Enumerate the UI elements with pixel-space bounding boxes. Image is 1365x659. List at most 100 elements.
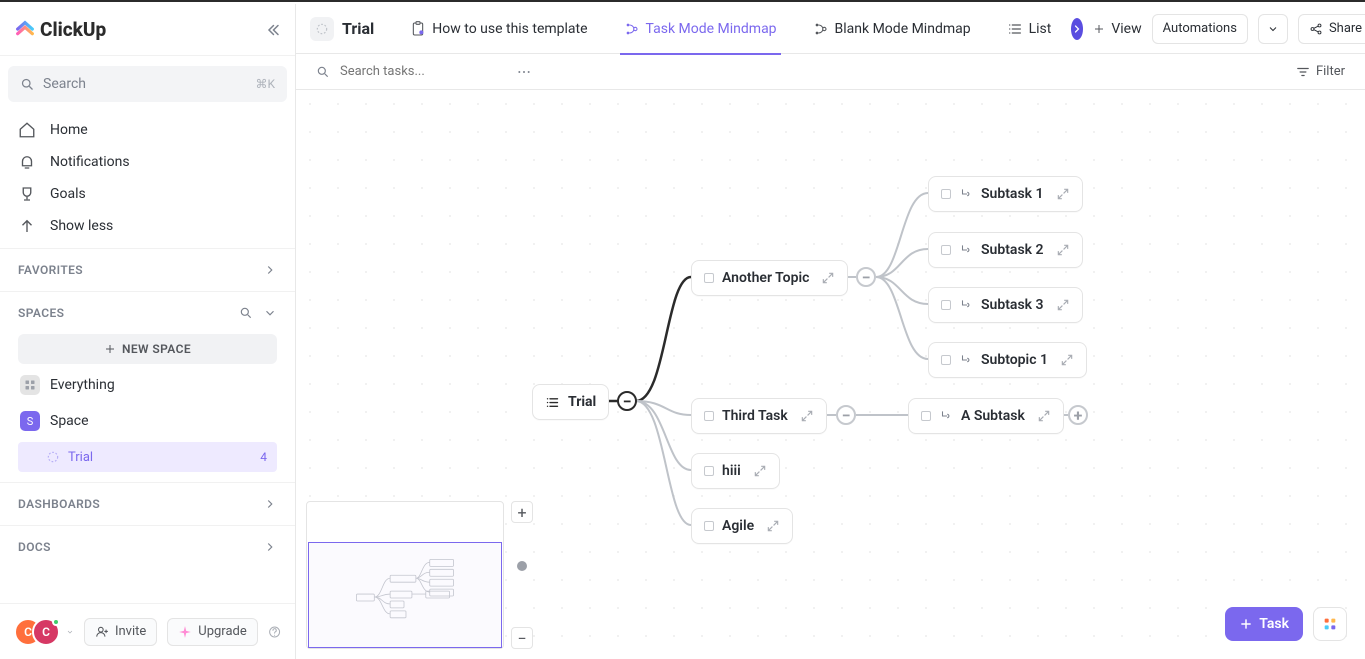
- minimap[interactable]: [306, 501, 504, 649]
- tab-task-mode-mindmap[interactable]: Task Mode Mindmap: [610, 4, 791, 54]
- nav-notifications[interactable]: Notifications: [8, 146, 287, 178]
- filter-button[interactable]: Filter: [1296, 64, 1345, 79]
- add-view-label: View: [1111, 21, 1141, 37]
- list-icon: [545, 395, 560, 410]
- zoom-in-button[interactable]: +: [511, 501, 533, 523]
- expand-icon[interactable]: [1056, 187, 1070, 201]
- sparkle-icon: [178, 625, 192, 639]
- user-avatars[interactable]: C C: [14, 618, 60, 646]
- mindmap-canvas[interactable]: Trial − Another Topic − Third Task − hii…: [296, 90, 1365, 659]
- mindmap-root-node[interactable]: Trial: [532, 384, 609, 420]
- app-logo[interactable]: ClickUp: [14, 18, 106, 41]
- chevron-right-icon[interactable]: [263, 497, 277, 511]
- chevron-down-icon[interactable]: [66, 626, 74, 638]
- nav-label: Goals: [50, 186, 86, 202]
- node-label: Third Task: [722, 408, 788, 424]
- add-child-button[interactable]: +: [1068, 405, 1088, 425]
- tab-list[interactable]: List: [993, 4, 1066, 54]
- upgrade-label: Upgrade: [198, 624, 246, 639]
- zoom-out-button[interactable]: −: [511, 627, 533, 649]
- minimap-viewport[interactable]: [308, 542, 502, 648]
- everything-row[interactable]: Everything: [18, 370, 277, 400]
- expand-icon[interactable]: [1037, 409, 1051, 423]
- task-search-input[interactable]: [340, 64, 500, 79]
- zoom-slider[interactable]: [521, 529, 523, 621]
- more-icon[interactable]: [516, 64, 532, 80]
- list-row-trial[interactable]: Trial 4: [18, 442, 277, 472]
- trophy-icon: [18, 185, 36, 203]
- expand-icon[interactable]: [1056, 298, 1070, 312]
- nav-show-less[interactable]: Show less: [8, 210, 287, 242]
- mindmap-node-hiii[interactable]: hiii: [691, 453, 780, 489]
- expand-icon[interactable]: [1056, 243, 1070, 257]
- chevron-down-icon: [1267, 23, 1279, 35]
- mindmap-node-another-topic[interactable]: Another Topic: [691, 260, 848, 296]
- expand-icon[interactable]: [1060, 353, 1074, 367]
- expand-icon[interactable]: [800, 409, 814, 423]
- mindmap-node-subtask-3[interactable]: Subtask 3: [928, 287, 1083, 323]
- tab-label: List: [1029, 21, 1052, 37]
- expand-icon[interactable]: [821, 271, 835, 285]
- chevron-right-icon[interactable]: [263, 540, 277, 554]
- tab-how-to-use[interactable]: How to use this template: [396, 4, 601, 54]
- new-space-label: NEW SPACE: [122, 342, 191, 356]
- nav-label: Home: [50, 122, 88, 138]
- plus-icon: [1093, 23, 1105, 35]
- fab-label: Task: [1259, 616, 1289, 632]
- main: Trial How to use this template Task Mode…: [296, 4, 1365, 659]
- list-icon: [1007, 21, 1023, 37]
- upgrade-button[interactable]: Upgrade: [167, 618, 257, 646]
- brand-text: ClickUp: [40, 18, 106, 41]
- everything-label: Everything: [50, 377, 115, 393]
- mindmap-node-a-subtask[interactable]: A Subtask: [908, 398, 1064, 434]
- spaces-heading: SPACES: [18, 306, 64, 320]
- sidebar-nav: Home Notifications Goals Show less: [0, 108, 295, 249]
- new-task-fab[interactable]: Task: [1225, 607, 1303, 641]
- collapse-sidebar-icon[interactable]: [263, 21, 281, 39]
- mindmap-node-subtask-2[interactable]: Subtask 2: [928, 232, 1083, 268]
- space-row[interactable]: S Space: [18, 406, 277, 436]
- sidebar-search[interactable]: Search ⌘K: [8, 66, 287, 102]
- search-spaces-icon[interactable]: [239, 306, 253, 320]
- nav-goals[interactable]: Goals: [8, 178, 287, 210]
- collapse-node-button[interactable]: −: [836, 405, 856, 425]
- nav-home[interactable]: Home: [8, 114, 287, 146]
- subtask-icon: [959, 187, 973, 201]
- list-loading-icon: [315, 22, 329, 36]
- share-button[interactable]: Share: [1298, 14, 1365, 44]
- apps-fab[interactable]: [1313, 607, 1347, 641]
- expand-icon[interactable]: [753, 464, 767, 478]
- invite-button[interactable]: Invite: [84, 618, 157, 646]
- share-label: Share: [1329, 21, 1362, 36]
- node-label: Trial: [568, 394, 596, 410]
- mindmap-node-subtopic-1[interactable]: Subtopic 1: [928, 342, 1087, 378]
- chevron-down-icon[interactable]: [263, 306, 277, 320]
- arrow-up-icon: [18, 217, 36, 235]
- automations-label: Automations: [1163, 21, 1237, 36]
- node-label: Subtask 3: [981, 297, 1044, 313]
- mindmap-node-third-task[interactable]: Third Task: [691, 398, 827, 434]
- zoom-handle[interactable]: [517, 561, 527, 571]
- grid-icon: [24, 379, 36, 391]
- mindmap-icon: [813, 21, 829, 37]
- mindmap-node-subtask-1[interactable]: Subtask 1: [928, 176, 1083, 212]
- add-view-button[interactable]: View: [1083, 4, 1151, 54]
- mindmap-node-agile[interactable]: Agile: [691, 508, 793, 544]
- nav-arrow-button[interactable]: [1071, 18, 1083, 40]
- tab-blank-mode-mindmap[interactable]: Blank Mode Mindmap: [799, 4, 985, 54]
- help-icon[interactable]: [268, 622, 281, 642]
- automations-button[interactable]: Automations: [1152, 14, 1248, 44]
- expand-icon[interactable]: [766, 519, 780, 533]
- list-loading-icon: [46, 450, 60, 464]
- chevron-right-icon: [1071, 23, 1083, 35]
- list-title[interactable]: Trial: [310, 17, 388, 41]
- node-label: A Subtask: [961, 408, 1025, 424]
- dashboards-section: DASHBOARDS: [0, 483, 295, 526]
- tab-label: Task Mode Mindmap: [646, 21, 777, 37]
- filter-label: Filter: [1316, 64, 1345, 79]
- collapse-node-button[interactable]: −: [617, 391, 637, 411]
- chevron-right-icon[interactable]: [263, 263, 277, 277]
- automations-dropdown[interactable]: [1258, 14, 1288, 44]
- new-space-button[interactable]: NEW SPACE: [18, 334, 277, 364]
- collapse-node-button[interactable]: −: [856, 267, 876, 287]
